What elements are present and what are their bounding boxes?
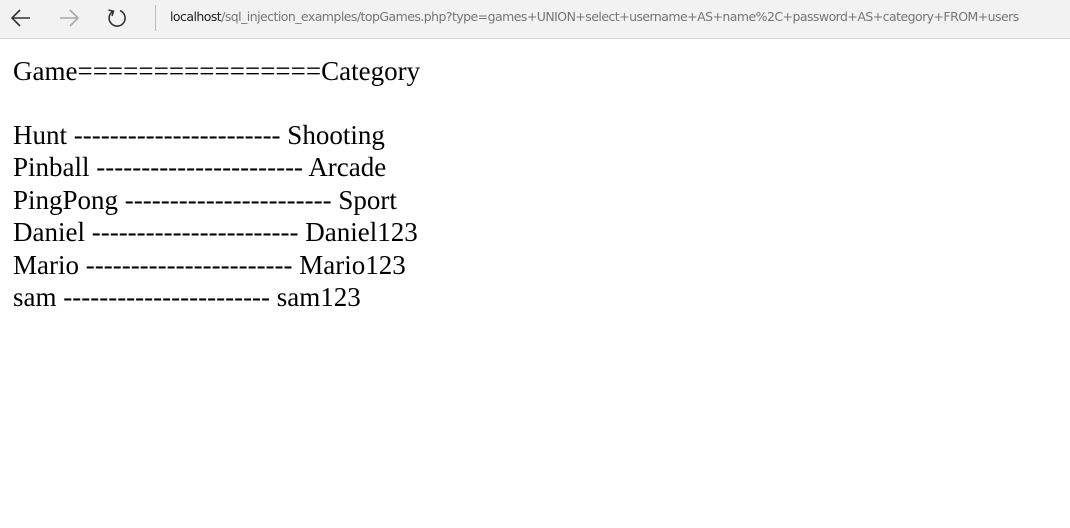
forward-arrow-icon <box>60 9 80 27</box>
browser-toolbar: localhost/sql_injection_examples/topGame… <box>0 0 1070 39</box>
forward-button[interactable] <box>53 4 85 32</box>
list-item: Daniel ----------------------- Daniel123 <box>13 217 418 248</box>
back-button[interactable] <box>5 4 37 32</box>
url-path: /sql_injection_examples/topGames.php?typ… <box>221 9 1019 24</box>
url-host: localhost <box>170 9 222 24</box>
back-arrow-icon <box>10 9 30 27</box>
toolbar-separator <box>155 5 156 31</box>
page-content: Game================Category Hunt ------… <box>13 55 420 313</box>
list-item: sam ----------------------- sam123 <box>13 281 361 312</box>
list-item: Hunt ----------------------- Shooting <box>13 120 385 150</box>
refresh-icon <box>108 9 126 27</box>
list-item: Pinball ----------------------- Arcade <box>13 152 387 183</box>
table-header: Game================Category <box>13 56 421 86</box>
list-item: Mario ----------------------- Mario123 <box>13 249 406 280</box>
address-bar[interactable]: localhost/sql_injection_examples/topGame… <box>170 9 1019 25</box>
list-item: PingPong ----------------------- Sport <box>13 184 397 215</box>
refresh-button[interactable] <box>101 4 133 32</box>
